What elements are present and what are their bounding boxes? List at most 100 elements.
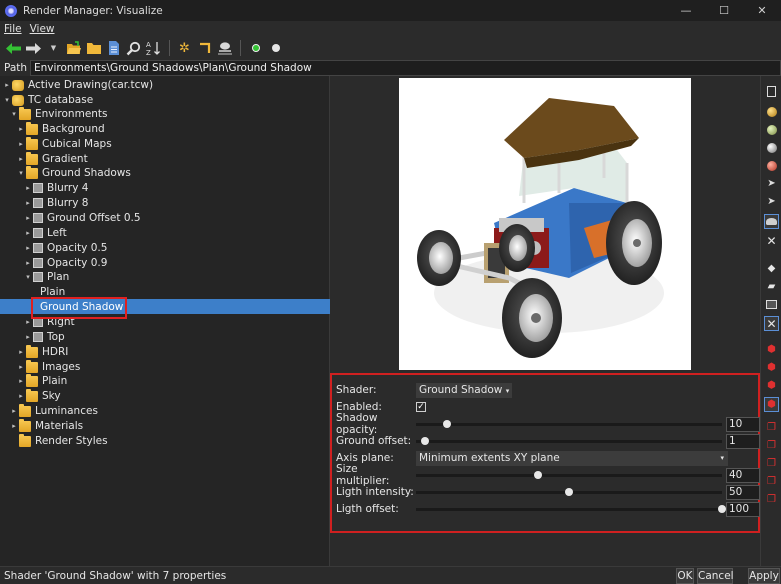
slider-handle[interactable] xyxy=(718,505,726,513)
green-dot-button[interactable] xyxy=(246,39,265,58)
copy-red-button-5[interactable]: ❐ xyxy=(764,492,779,507)
tree-item-blurry-4[interactable]: ▸ Blurry 4 xyxy=(23,181,88,195)
size-multiplier-slider[interactable] xyxy=(416,471,722,479)
slider-handle[interactable] xyxy=(421,437,430,445)
tree-item-opacity-05[interactable]: ▸ Opacity 0.5 xyxy=(23,241,107,255)
tree-item-luminances[interactable]: ▸ Luminances xyxy=(9,403,98,418)
expand-arrow-icon[interactable]: ▸ xyxy=(16,392,26,400)
settings-button[interactable]: ✲ xyxy=(175,39,194,58)
cancel-button[interactable]: Cancel xyxy=(697,568,734,584)
forward-button[interactable] xyxy=(24,39,43,58)
back-button[interactable] xyxy=(4,39,23,58)
cube-red-button-3[interactable]: ⬢ xyxy=(764,378,779,393)
tree-item-plain[interactable]: ▸ Plain xyxy=(16,373,67,388)
slider-handle[interactable] xyxy=(534,471,543,479)
collapse-arrow-icon[interactable]: ▾ xyxy=(9,110,19,118)
tree-item-materials[interactable]: ▸ Materials xyxy=(9,418,83,433)
expand-arrow-icon[interactable]: ▸ xyxy=(9,407,19,415)
sphere-gold-button[interactable] xyxy=(764,104,779,119)
expand-arrow-icon[interactable]: ▸ xyxy=(9,422,19,430)
slider-handle[interactable] xyxy=(565,488,573,496)
close-x-button[interactable]: ✕ xyxy=(764,233,779,248)
cube-red-button-4[interactable]: ⬢ xyxy=(764,397,779,412)
pointer-select-button[interactable]: ➤ xyxy=(764,194,779,209)
tree-item-ground-shadows[interactable]: ▾ Ground Shadows xyxy=(16,165,131,180)
expand-arrow-icon[interactable]: ▸ xyxy=(16,155,26,163)
expand-arrow-icon[interactable]: ▸ xyxy=(23,333,33,341)
shadow-opacity-input[interactable]: 10 xyxy=(726,416,760,432)
expand-arrow-icon[interactable]: ▸ xyxy=(16,377,26,385)
expand-arrow-icon[interactable]: ▸ xyxy=(16,348,26,356)
collapse-arrow-icon[interactable]: ▾ xyxy=(2,96,12,104)
white-dot-button[interactable] xyxy=(266,39,285,58)
expand-arrow-icon[interactable]: ▸ xyxy=(23,184,33,192)
light-offset-input[interactable]: 100 xyxy=(726,501,760,517)
expand-arrow-icon[interactable]: ▸ xyxy=(2,81,12,89)
corner-button[interactable] xyxy=(195,39,214,58)
tree-item-tc-database[interactable]: ▾ TC database xyxy=(2,93,93,107)
expand-arrow-icon[interactable]: ▸ xyxy=(16,140,26,148)
menu-view[interactable]: View xyxy=(26,23,59,35)
dropdown-button[interactable]: ▼ xyxy=(44,39,63,58)
sphere-gray-button[interactable] xyxy=(764,140,779,155)
cube-red-button-1[interactable]: ⬢ xyxy=(764,342,779,357)
expand-arrow-icon[interactable]: ▸ xyxy=(23,244,33,252)
tree-item-hdri[interactable]: ▸ HDRI xyxy=(16,344,68,359)
light-white-button[interactable]: ◆ xyxy=(764,261,779,276)
tree-item-cubical-maps[interactable]: ▸ Cubical Maps xyxy=(16,136,112,151)
sphere-red-button[interactable] xyxy=(764,158,779,173)
close-button[interactable]: ✕ xyxy=(743,0,781,21)
tree-item-gradient[interactable]: ▸ Gradient xyxy=(16,151,88,166)
menu-file[interactable]: File xyxy=(0,23,26,35)
expand-arrow-icon[interactable]: ▸ xyxy=(23,214,33,222)
path-field[interactable]: Environments\Ground Shadows\Plan\Ground … xyxy=(30,60,781,76)
copy-red-button-3[interactable]: ❐ xyxy=(764,456,779,471)
pointer-button[interactable]: ➤ xyxy=(764,176,779,191)
expand-arrow-icon[interactable]: ▸ xyxy=(23,199,33,207)
shadow-opacity-slider[interactable] xyxy=(416,420,722,428)
shader-value[interactable]: Ground Shadow ▾ xyxy=(416,382,513,398)
document-button[interactable] xyxy=(104,39,123,58)
copy-red-button-2[interactable]: ❐ xyxy=(764,438,779,453)
render-button[interactable] xyxy=(215,39,234,58)
maximize-button[interactable]: ☐ xyxy=(705,0,743,21)
tree-item-opacity-09[interactable]: ▸ Opacity 0.9 xyxy=(23,256,107,270)
ok-button[interactable]: OK xyxy=(676,568,694,584)
sort-button[interactable]: AZ xyxy=(144,39,163,58)
enabled-checkbox[interactable]: ✓ xyxy=(416,402,426,412)
tree-item-blurry-8[interactable]: ▸ Blurry 8 xyxy=(23,196,88,210)
size-multiplier-input[interactable]: 40 xyxy=(726,467,760,483)
expand-arrow-icon[interactable]: ▸ xyxy=(23,259,33,267)
sphere-green-button[interactable] xyxy=(764,122,779,137)
expand-arrow-icon[interactable]: ▸ xyxy=(16,363,26,371)
expand-arrow-icon[interactable]: ▸ xyxy=(23,229,33,237)
folder-button[interactable] xyxy=(84,39,103,58)
light-intensity-input[interactable]: 50 xyxy=(726,484,760,500)
collapse-arrow-icon[interactable]: ▾ xyxy=(23,273,33,281)
teapot-button[interactable] xyxy=(764,214,779,229)
tree-item-left[interactable]: ▸ Left xyxy=(23,226,67,240)
tree-item-plan[interactable]: ▾ Plan xyxy=(23,270,69,284)
panel-button[interactable] xyxy=(764,297,779,312)
ground-offset-slider[interactable] xyxy=(416,437,722,445)
open-folder-button[interactable] xyxy=(64,39,83,58)
tree-item-active-drawing[interactable]: ▸ Active Drawing(car.tcw) xyxy=(2,78,153,92)
tree-item-ground-offset[interactable]: ▸ Ground Offset 0.5 xyxy=(23,211,140,225)
copy-red-button-4[interactable]: ❐ xyxy=(764,474,779,489)
apply-button[interactable]: Apply xyxy=(748,568,780,584)
collapse-arrow-icon[interactable]: ▾ xyxy=(16,169,26,177)
tree-item-render-styles[interactable]: Render Styles xyxy=(9,433,108,448)
tree-item-background[interactable]: ▸ Background xyxy=(16,121,105,136)
tree-item-environments[interactable]: ▾ Environments xyxy=(9,106,108,121)
light-offset-slider[interactable] xyxy=(416,505,726,513)
search-button[interactable] xyxy=(124,39,143,58)
tree-item-images[interactable]: ▸ Images xyxy=(16,359,80,374)
expand-arrow-icon[interactable]: ▸ xyxy=(23,318,33,326)
light-button[interactable]: ▰ xyxy=(764,279,779,294)
copy-red-button-1[interactable]: ❐ xyxy=(764,420,779,435)
tree-item-top[interactable]: ▸ Top xyxy=(23,330,64,344)
light-intensity-slider[interactable] xyxy=(416,488,722,496)
slider-handle[interactable] xyxy=(442,420,451,428)
tree-item-sky[interactable]: ▸ Sky xyxy=(16,388,61,403)
cube-red-button-2[interactable]: ⬢ xyxy=(764,360,779,375)
